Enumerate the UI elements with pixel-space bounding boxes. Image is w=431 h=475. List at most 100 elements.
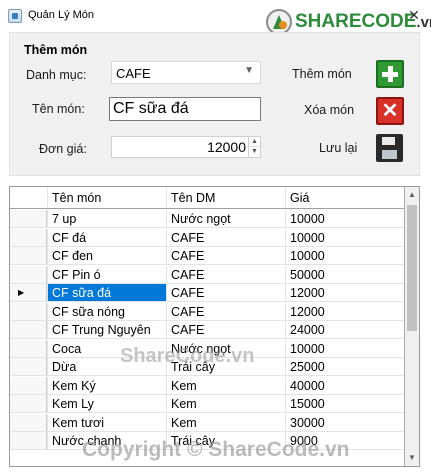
cell-price[interactable]: 12000 [285,302,404,320]
cell-price[interactable]: 30000 [285,413,404,431]
cell-category[interactable]: Trái cây [166,358,285,375]
scroll-down-icon[interactable]: ▼ [405,450,419,466]
cell-name[interactable]: 7 up [47,210,166,227]
category-label: Danh mục: [26,68,87,82]
price-label: Đơn giá: [39,142,87,156]
row-header[interactable] [10,210,47,227]
save-button[interactable] [376,134,403,162]
cell-name[interactable]: CF đen [47,247,166,264]
cell-name[interactable]: Kem Ly [47,395,166,412]
row-header[interactable] [10,432,47,449]
scroll-thumb[interactable] [407,205,417,331]
cell-price[interactable]: 10000 [285,210,404,227]
cell-name[interactable]: Kem tươi [47,413,166,431]
row-header[interactable] [10,321,47,338]
column-header-name[interactable]: Tên món [47,187,166,208]
cell-category[interactable]: Trái cây [166,432,285,449]
column-header-category[interactable]: Tên DM [166,187,285,208]
cell-price[interactable]: 40000 [285,376,404,394]
add-dish-group: Thêm món Danh mục: CAFE ▼ Tên món: CF sữ… [9,32,420,176]
row-header[interactable] [10,395,47,412]
category-select[interactable]: CAFE ▼ [111,61,261,84]
row-header[interactable] [10,339,47,357]
table-row[interactable]: 7 up Nước ngọt 10000 [10,210,404,228]
spin-down-icon[interactable]: ▼ [249,147,260,157]
table-row[interactable]: Coca Nước ngọt 10000 [10,339,404,358]
price-stepper[interactable]: 12000 ▲ ▼ [111,136,261,158]
table-row[interactable]: CF đá CAFE 10000 [10,228,404,247]
cell-category[interactable]: CAFE [166,265,285,283]
row-header-corner [10,187,47,208]
close-icon[interactable]: ✕ [405,6,423,24]
logo-brand: SHARECODE [295,11,417,32]
cell-category[interactable]: Kem [166,413,285,431]
spin-up-icon[interactable]: ▲ [249,137,260,147]
window-title: Quản Lý Món [28,9,95,21]
add-label: Thêm món [292,67,352,81]
cell-price[interactable]: 15000 [285,395,404,412]
cell-price[interactable]: 10000 [285,228,404,246]
cell-price[interactable]: 24000 [285,321,404,338]
save-label: Lưu lại [319,141,358,155]
table-row[interactable]: Kem tươi Kem 30000 [10,413,404,432]
scroll-up-icon[interactable]: ▲ [405,187,419,203]
cell-price[interactable]: 12000 [285,284,404,301]
cell-price[interactable]: 10000 [285,247,404,264]
cell-category[interactable]: CAFE [166,284,285,301]
row-header[interactable] [10,228,47,246]
cell-price[interactable]: 50000 [285,265,404,283]
row-header[interactable]: ▶ [10,284,47,301]
cell-price[interactable]: 25000 [285,358,404,375]
cell-price[interactable]: 10000 [285,339,404,357]
table-row[interactable]: Nước chanh Trái cây 9000 [10,432,404,450]
row-header[interactable] [10,413,47,431]
table-row[interactable]: Dừa Trái cây 25000 [10,358,404,376]
cell-category[interactable]: CAFE [166,247,285,264]
row-header[interactable] [10,247,47,264]
app-icon [8,9,22,23]
cell-category[interactable]: Nước ngọt [166,210,285,227]
row-header[interactable] [10,265,47,283]
cell-category[interactable]: Kem [166,395,285,412]
cell-name[interactable]: Dừa [47,358,166,375]
cell-name[interactable]: CF Trung Nguyên [47,321,166,338]
cell-category[interactable]: Kem [166,376,285,394]
title-bar: Quản Lý Món SHARECODE.vn ✕ [0,0,431,35]
table-row[interactable]: CF Pin ó CAFE 50000 [10,265,404,284]
category-value: CAFE [116,66,151,81]
table-row[interactable]: CF đen CAFE 10000 [10,247,404,265]
price-value: 12000 [207,139,246,155]
grid-header: Tên món Tên DM Giá [10,187,404,209]
cell-price[interactable]: 9000 [285,432,404,449]
cell-category[interactable]: CAFE [166,321,285,338]
vertical-scrollbar[interactable]: ▲ ▼ [405,187,419,466]
row-header[interactable] [10,376,47,394]
cell-name[interactable]: Nước chanh [47,432,166,449]
dish-grid[interactable]: Tên món Tên DM Giá 7 up Nước ngọt 10000 CF … [9,186,420,467]
column-header-price[interactable]: Giá [285,187,404,208]
name-label: Tên món: [32,102,85,116]
table-row[interactable]: Kem Ký Kem 40000 [10,376,404,395]
price-spin[interactable]: ▲ ▼ [248,137,260,157]
cell-category[interactable]: CAFE [166,228,285,246]
table-row[interactable]: CF sữa nóng CAFE 12000 [10,302,404,321]
cell-name[interactable]: CF sữa đá [47,284,166,301]
table-row[interactable]: CF Trung Nguyên CAFE 24000 [10,321,404,339]
cell-name[interactable]: CF đá [47,228,166,246]
chevron-down-icon: ▼ [244,65,254,76]
delete-label: Xóa món [304,103,355,117]
table-row[interactable]: ▶ CF sữa đá CAFE 12000 [10,284,404,302]
delete-button[interactable]: ✕ [376,97,404,125]
cell-name[interactable]: CF Pin ó [47,265,166,283]
cell-name[interactable]: CF sữa nóng [47,302,166,320]
row-header[interactable] [10,302,47,320]
name-input[interactable]: CF sữa đá [109,97,261,121]
cell-name[interactable]: Kem Ký [47,376,166,394]
table-row[interactable]: Kem Ly Kem 15000 [10,395,404,413]
cell-category[interactable]: CAFE [166,302,285,320]
row-header[interactable] [10,358,47,375]
group-title: Thêm món [24,43,88,57]
cell-category[interactable]: Nước ngọt [166,339,285,357]
add-button[interactable] [376,60,404,88]
cell-name[interactable]: Coca [47,339,166,357]
